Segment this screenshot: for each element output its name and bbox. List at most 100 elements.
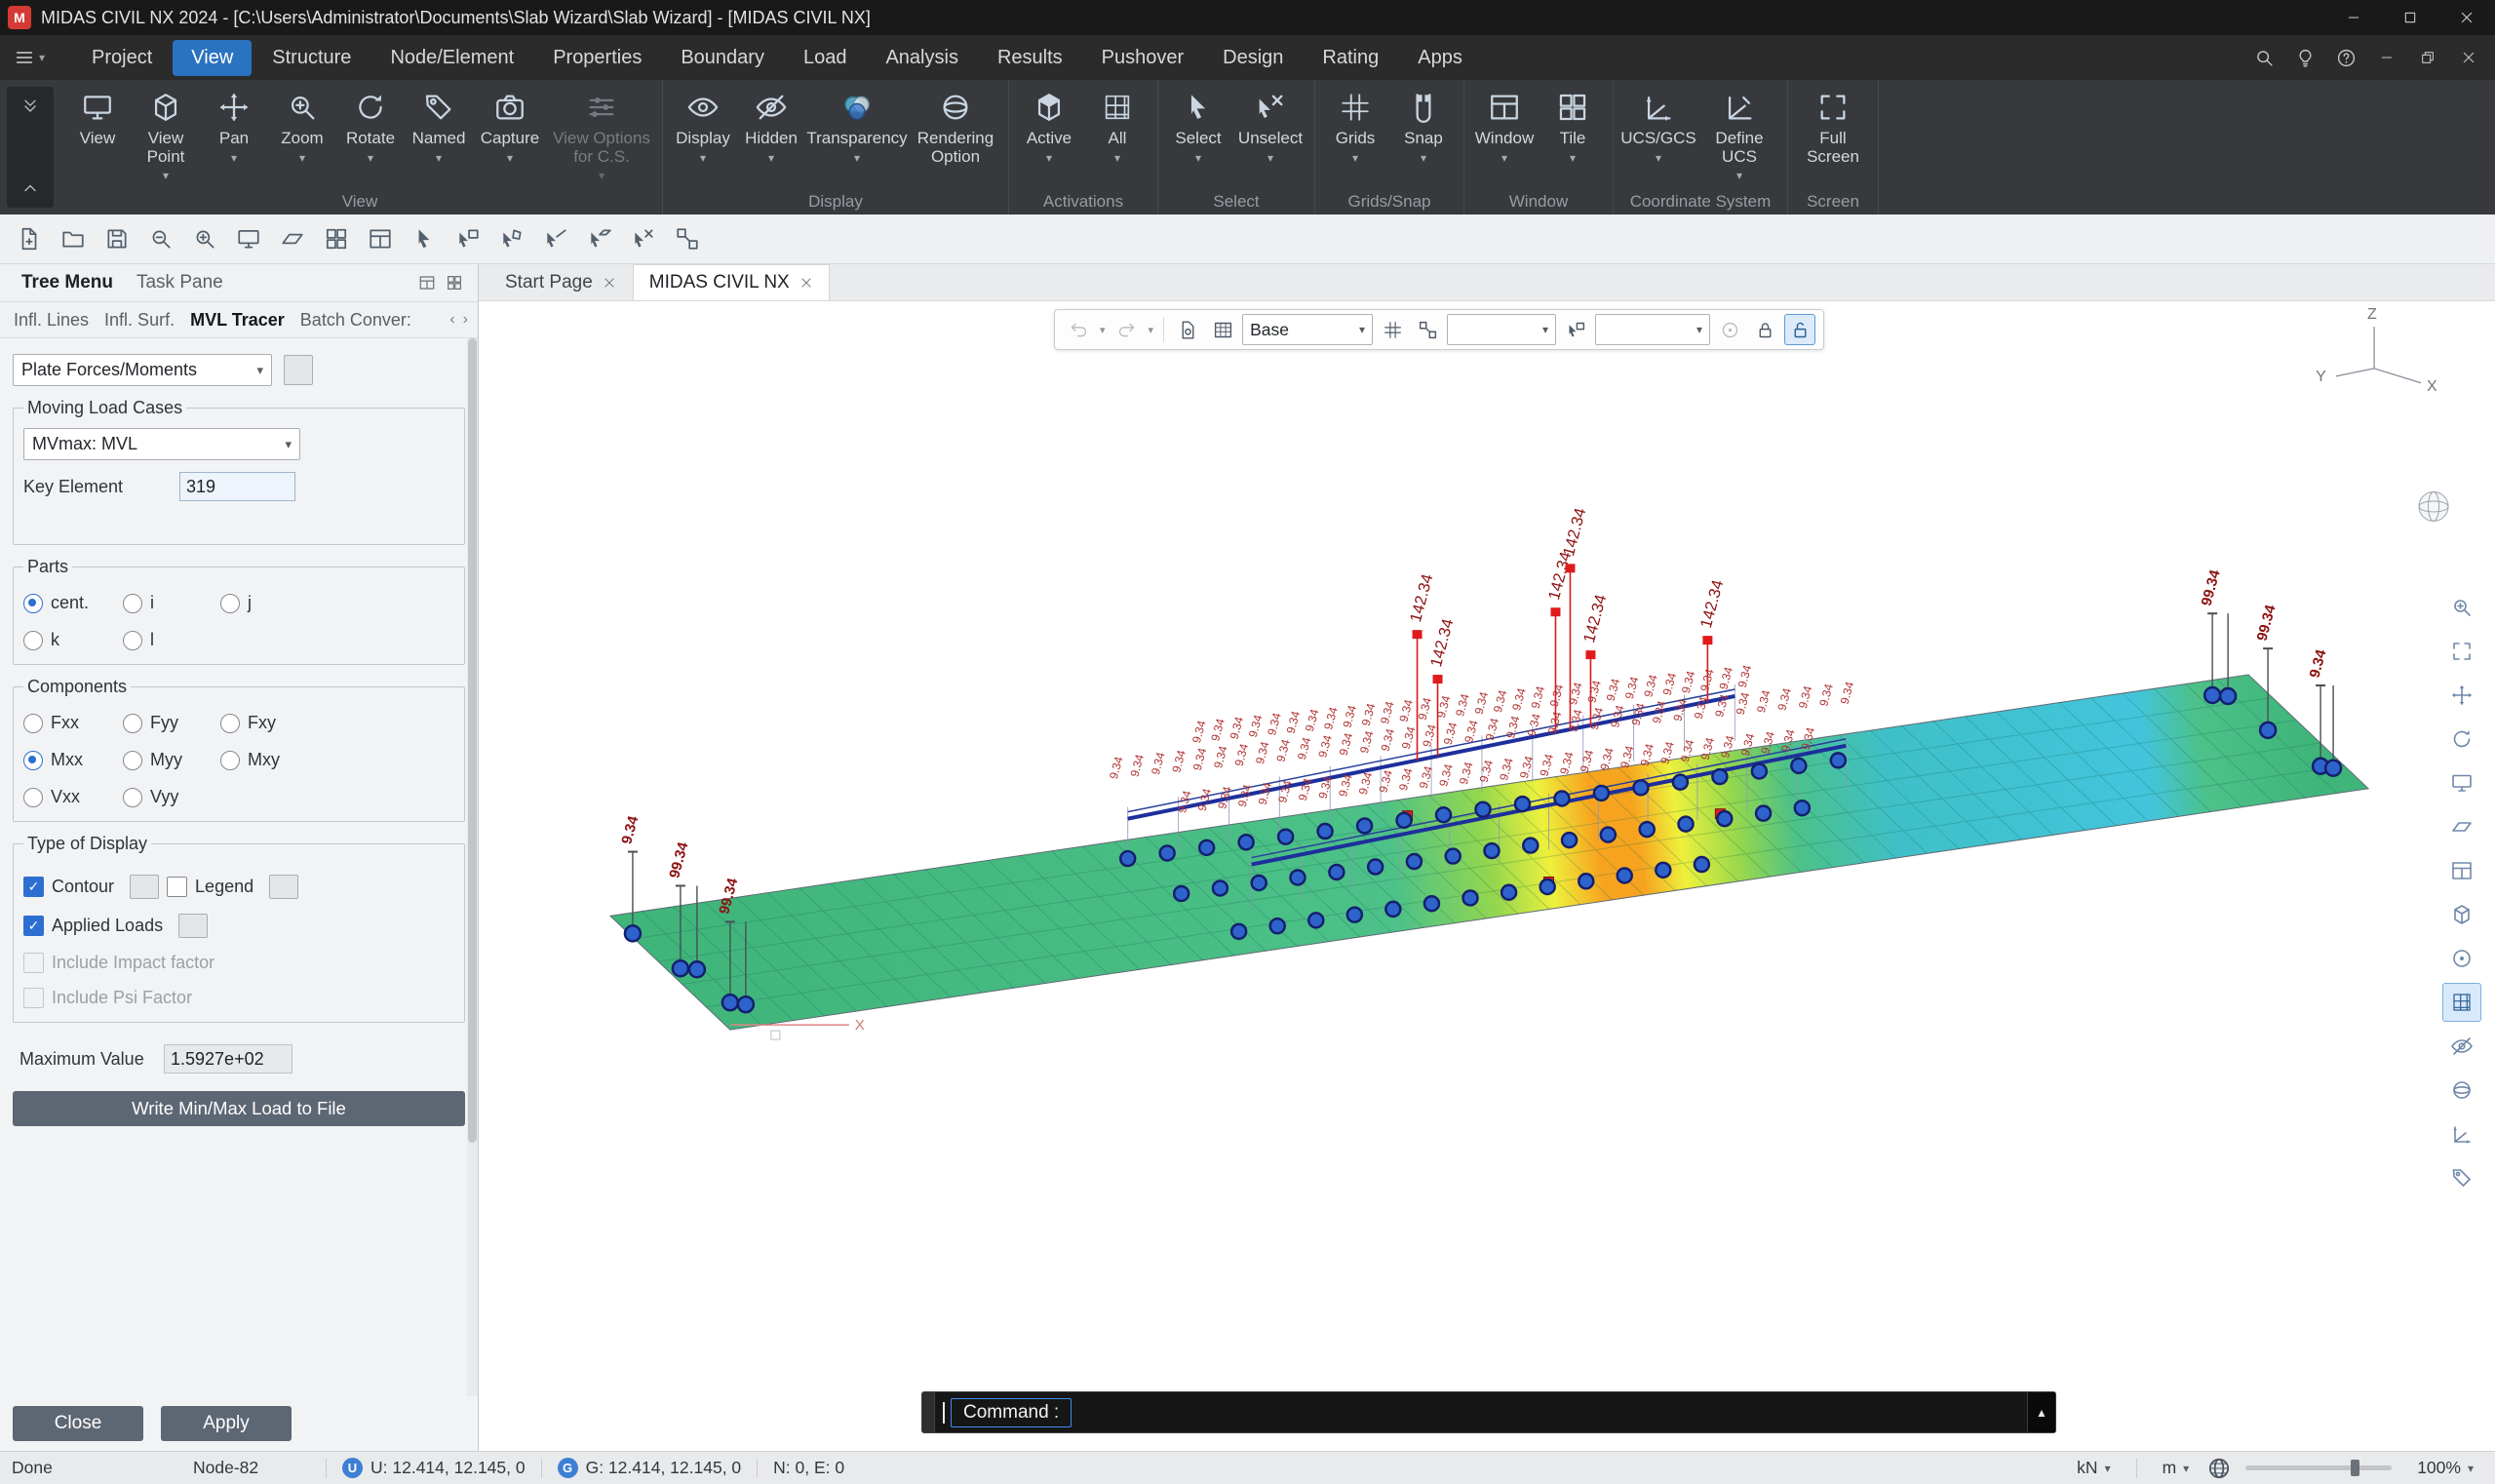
close-tab-icon[interactable] (799, 276, 813, 290)
menu-analysis[interactable]: Analysis (867, 40, 976, 76)
part-option-cent[interactable]: cent. (23, 593, 123, 613)
component-option-fxy[interactable]: Fxy (220, 713, 454, 733)
menu-node-element[interactable]: Node/Element (371, 40, 532, 76)
pan-view-button[interactable] (2442, 676, 2481, 715)
panel-pin-icon-button[interactable] (413, 269, 441, 296)
right-view-button[interactable] (2442, 851, 2481, 890)
tile-button[interactable]: Tile▾ (1539, 84, 1607, 191)
minimize-button[interactable] (2325, 0, 2382, 35)
active-button[interactable]: Active▾ (1015, 84, 1083, 191)
top-view-button[interactable] (2442, 807, 2481, 846)
select-button[interactable]: Select▾ (1164, 84, 1232, 191)
part-option-k[interactable]: k (23, 630, 123, 650)
front-view-button[interactable] (231, 221, 266, 256)
lock-button[interactable] (1749, 314, 1780, 345)
perspective-button[interactable] (2442, 1071, 2481, 1110)
whats-new-icon-button[interactable] (2288, 41, 2321, 74)
unselect-button[interactable]: Unselect▾ (1232, 84, 1308, 191)
select-line-button[interactable] (538, 221, 573, 256)
zoom-window-button[interactable] (2442, 588, 2481, 627)
search-icon-button[interactable] (2247, 41, 2281, 74)
menu-rating[interactable]: Rating (1304, 40, 1397, 76)
command-history-button[interactable]: ▲ (2027, 1392, 2055, 1432)
scrollbar-thumb[interactable] (468, 338, 477, 1143)
capture-button[interactable]: Capture▾ (473, 84, 547, 191)
new-project-button[interactable] (12, 221, 47, 256)
menu-load[interactable]: Load (785, 40, 866, 76)
zoom-fit-button[interactable] (2442, 632, 2481, 671)
scroll-tabs-right-icon[interactable]: › (459, 311, 472, 329)
view-button[interactable]: View (63, 84, 132, 191)
select-plane-button[interactable] (582, 221, 617, 256)
transparency-button[interactable]: Transparency▾ (805, 84, 909, 191)
moving-load-case-select[interactable]: MVmax: MVL ▾ (23, 428, 300, 460)
snap-toggle-button[interactable] (1412, 314, 1443, 345)
menu-results[interactable]: Results (979, 40, 1081, 76)
force-unit-select[interactable]: kN▾ (2067, 1456, 2120, 1480)
apply-button[interactable]: Apply (161, 1406, 292, 1441)
unlock-button[interactable] (1784, 314, 1815, 345)
undo-button[interactable] (1063, 314, 1094, 345)
panel-scrollbar[interactable] (467, 338, 478, 1396)
part-option-i[interactable]: i (123, 593, 220, 613)
select-window-button[interactable] (450, 221, 486, 256)
hidden-button[interactable]: Hidden▾ (737, 84, 805, 191)
select-node-button[interactable] (670, 221, 705, 256)
doc-minimize-icon-button[interactable] (2370, 41, 2403, 74)
checkbox-contour[interactable]: ✓Contour (23, 875, 159, 899)
menu-design[interactable]: Design (1204, 40, 1302, 76)
tab-start-page[interactable]: Start Page (488, 264, 633, 300)
rendering-option-button[interactable]: Rendering Option (909, 84, 1002, 191)
zoom-slider-thumb[interactable] (2351, 1460, 2359, 1476)
component-option-mxx[interactable]: Mxx (23, 750, 123, 770)
snap-mode-select[interactable]: ▾ (1595, 314, 1710, 345)
sub-tab-mvl-tracer[interactable]: MVL Tracer (182, 306, 292, 334)
grid-spacing-select[interactable]: ▾ (1447, 314, 1556, 345)
part-option-j[interactable]: j (220, 593, 454, 613)
window-button[interactable]: Window▾ (1470, 84, 1539, 191)
contour-options-button[interactable] (130, 875, 159, 899)
undo-dropdown-icon[interactable]: ▾ (1098, 324, 1108, 336)
render-mode-button[interactable] (2442, 983, 2481, 1022)
hamburger-menu-button[interactable]: ▾ (0, 35, 58, 80)
save-project-button[interactable] (99, 221, 135, 256)
checkbox-legend[interactable]: Legend (167, 875, 298, 899)
redo-dropdown-icon[interactable]: ▾ (1147, 324, 1156, 336)
close-tab-icon[interactable] (603, 276, 616, 290)
component-option-fxx[interactable]: Fxx (23, 713, 123, 733)
component-option-mxy[interactable]: Mxy (220, 750, 454, 770)
scroll-tabs-left-icon[interactable]: ‹ (446, 311, 458, 329)
command-bar[interactable]: Command : ▲ (921, 1391, 2056, 1433)
all-button[interactable]: All▾ (1083, 84, 1151, 191)
ribbon-collapse-button[interactable] (7, 87, 54, 208)
menu-pushover[interactable]: Pushover (1083, 40, 1203, 76)
dynamic-view-button[interactable] (2442, 1114, 2481, 1153)
applied-loads-options-button[interactable] (178, 914, 208, 938)
iso-view-button[interactable] (2442, 895, 2481, 934)
checkbox-include-psi-factor[interactable]: Include Psi Factor (23, 988, 192, 1008)
plane-view-button[interactable] (275, 221, 310, 256)
view-options-cs-button[interactable]: View Options for C.S.▾ (547, 84, 656, 191)
part-option-l[interactable]: l (123, 630, 220, 650)
close-window-button[interactable] (2438, 0, 2495, 35)
named-plane-button[interactable] (1207, 314, 1238, 345)
display-option-button[interactable] (1172, 314, 1203, 345)
sub-tab-infl-lines[interactable]: Infl. Lines (6, 306, 97, 334)
key-element-input[interactable] (179, 472, 295, 501)
zoom-button[interactable]: Zoom▾ (268, 84, 336, 191)
grid-toggle-button[interactable] (1377, 314, 1408, 345)
zoom-level-select[interactable]: 100%▾ (2407, 1456, 2483, 1480)
close-button[interactable]: Close (13, 1406, 143, 1441)
command-input[interactable]: Command : (951, 1398, 1072, 1427)
ucs-gcs-button[interactable]: UCS/GCS▾ (1619, 84, 1697, 191)
write-minmax-load-button[interactable]: Write Min/Max Load to File (13, 1091, 465, 1126)
full-screen-button[interactable]: Full Screen (1794, 84, 1872, 191)
panel-layout-icon-button[interactable] (441, 269, 468, 296)
redo-button[interactable] (1111, 314, 1143, 345)
select-single-button[interactable] (407, 221, 442, 256)
checkbox-include-impact-factor[interactable]: Include Impact factor (23, 953, 214, 973)
maximize-button[interactable] (2382, 0, 2438, 35)
select-polygon-button[interactable] (494, 221, 529, 256)
redraw-button[interactable] (2442, 939, 2481, 978)
tab-midas-civil-nx[interactable]: MIDAS CIVIL NX (633, 264, 830, 300)
